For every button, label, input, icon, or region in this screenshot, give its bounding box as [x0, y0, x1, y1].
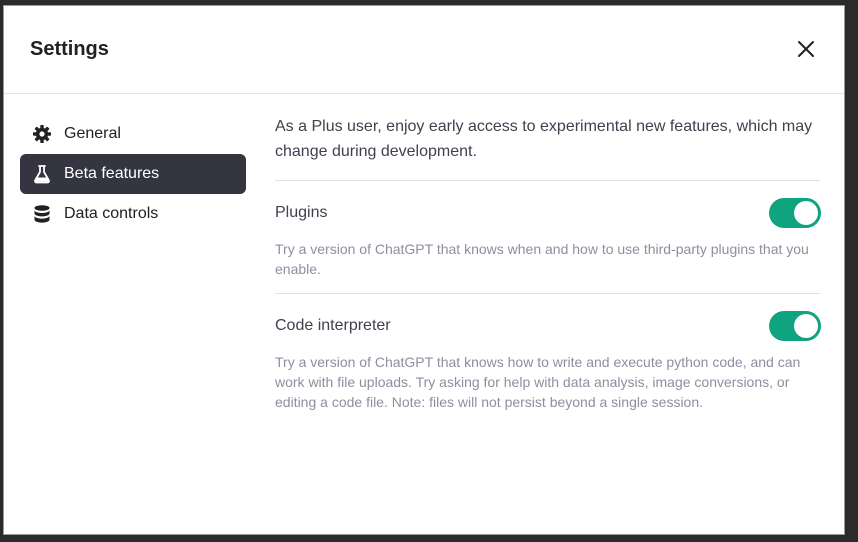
- modal-title: Settings: [30, 38, 109, 60]
- intro-text: As a Plus user, enjoy early access to ex…: [275, 114, 820, 181]
- feature-name: Code interpreter: [275, 317, 391, 334]
- beta-features-panel: As a Plus user, enjoy early access to ex…: [275, 114, 821, 426]
- flask-icon: [32, 164, 52, 184]
- feature-description: Try a version of ChatGPT that knows when…: [275, 241, 809, 277]
- screen-frame: Settings General Beta features Data cont…: [0, 0, 858, 542]
- sidebar-item-beta-features[interactable]: Beta features: [20, 154, 246, 194]
- gear-icon: [32, 124, 52, 144]
- toggle-knob: [794, 314, 818, 338]
- settings-modal: Settings General Beta features Data cont…: [3, 5, 845, 535]
- feature-plugins: Plugins Try a version of ChatGPT that kn…: [275, 181, 821, 294]
- plugins-toggle[interactable]: [769, 198, 821, 228]
- feature-description: Try a version of ChatGPT that knows how …: [275, 354, 801, 410]
- sidebar-item-label: Beta features: [64, 165, 160, 182]
- sidebar-item-label: Data controls: [64, 205, 159, 222]
- code-interpreter-toggle[interactable]: [769, 311, 821, 341]
- close-icon: [798, 41, 814, 57]
- feature-row: Plugins: [275, 197, 821, 229]
- close-button[interactable]: [794, 37, 818, 61]
- sidebar-item-general[interactable]: General: [20, 114, 246, 154]
- feature-name: Plugins: [275, 204, 328, 221]
- sidebar-item-data-controls[interactable]: Data controls: [20, 194, 246, 234]
- modal-header: Settings: [4, 6, 844, 94]
- settings-sidebar: General Beta features Data controls: [20, 114, 246, 234]
- feature-code-interpreter: Code interpreter Try a version of ChatGP…: [275, 294, 821, 426]
- database-icon: [32, 204, 52, 224]
- sidebar-item-label: General: [64, 125, 121, 142]
- feature-row: Code interpreter: [275, 310, 821, 342]
- toggle-knob: [794, 201, 818, 225]
